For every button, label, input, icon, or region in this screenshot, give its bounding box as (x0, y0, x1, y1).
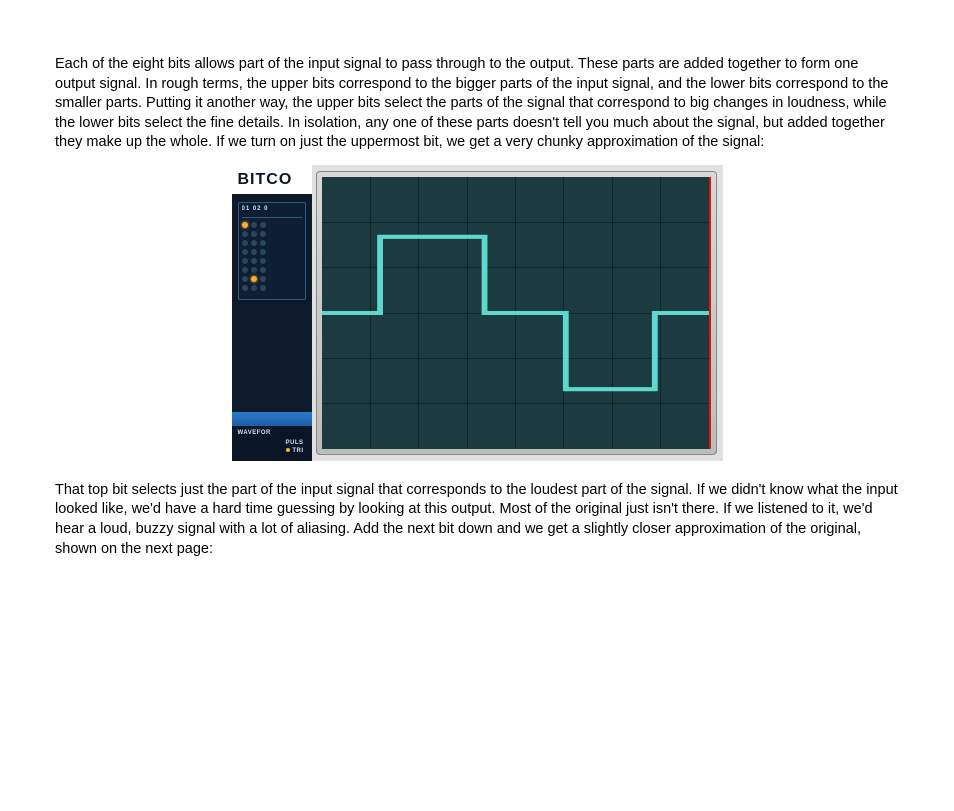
waveform-label: WAVEFOR (238, 429, 306, 437)
bit-dot-icon[interactable] (260, 231, 266, 237)
bit-dot-icon[interactable] (251, 240, 257, 246)
bit-dot-icon[interactable] (260, 276, 266, 282)
plugin-panel: BITCO 01 02 0 (232, 165, 723, 461)
bit-row-7 (242, 276, 302, 282)
plugin-brand-label: BITCO (232, 165, 312, 195)
paragraph-top: Each of the eight bits allows part of th… (55, 55, 899, 153)
waveform-trace-icon (322, 177, 709, 449)
bit-dot-icon[interactable] (251, 285, 257, 291)
bit-row-8 (242, 285, 302, 291)
plugin-sidebar: BITCO 01 02 0 (232, 165, 312, 461)
bit-row-4 (242, 249, 302, 255)
bit-selector-panel: 01 02 0 (238, 202, 306, 299)
bit-dot-icon[interactable] (251, 231, 257, 237)
bit-dot-icon[interactable] (242, 276, 248, 282)
bit-dot-icon[interactable] (251, 258, 257, 264)
waveform-section: WAVEFOR PULS TRI (232, 426, 312, 461)
bit-row-2 (242, 231, 302, 237)
bit-dot-icon[interactable] (242, 267, 248, 273)
waveform-option-puls[interactable]: PULS (238, 439, 306, 447)
bit-dot-icon[interactable] (260, 258, 266, 264)
bit-dot-icon[interactable] (242, 240, 248, 246)
bit-dot-icon[interactable] (242, 285, 248, 291)
bit-dot-icon[interactable] (242, 222, 248, 228)
figure-container: BITCO 01 02 0 (55, 165, 899, 461)
bit-header-divider (242, 217, 302, 218)
bit-dot-icon[interactable] (260, 249, 266, 255)
bit-dot-icon[interactable] (260, 267, 266, 273)
sidebar-bluebar (232, 412, 312, 426)
waveform-option-tri[interactable]: TRI (238, 447, 306, 455)
bit-dot-icon[interactable] (251, 249, 257, 255)
bit-row-1 (242, 222, 302, 228)
bit-dot-icon[interactable] (260, 240, 266, 246)
bit-columns-header: 01 02 0 (242, 205, 302, 216)
bit-dot-icon[interactable] (260, 285, 266, 291)
bit-dot-icon[interactable] (260, 222, 266, 228)
bit-dot-icon[interactable] (251, 222, 257, 228)
paragraph-bottom: That top bit selects just the part of th… (55, 481, 899, 559)
bit-dot-icon[interactable] (242, 249, 248, 255)
bit-dot-icon[interactable] (251, 267, 257, 273)
scope-frame (316, 171, 717, 455)
bit-dot-icon[interactable] (242, 258, 248, 264)
dot-active-icon (286, 448, 290, 452)
oscilloscope-display (322, 177, 711, 449)
bit-dot-icon[interactable] (242, 231, 248, 237)
bit-row-3 (242, 240, 302, 246)
bit-row-6 (242, 267, 302, 273)
bit-dot-grid (242, 222, 302, 291)
bit-row-5 (242, 258, 302, 264)
bit-dot-icon[interactable] (251, 276, 257, 282)
